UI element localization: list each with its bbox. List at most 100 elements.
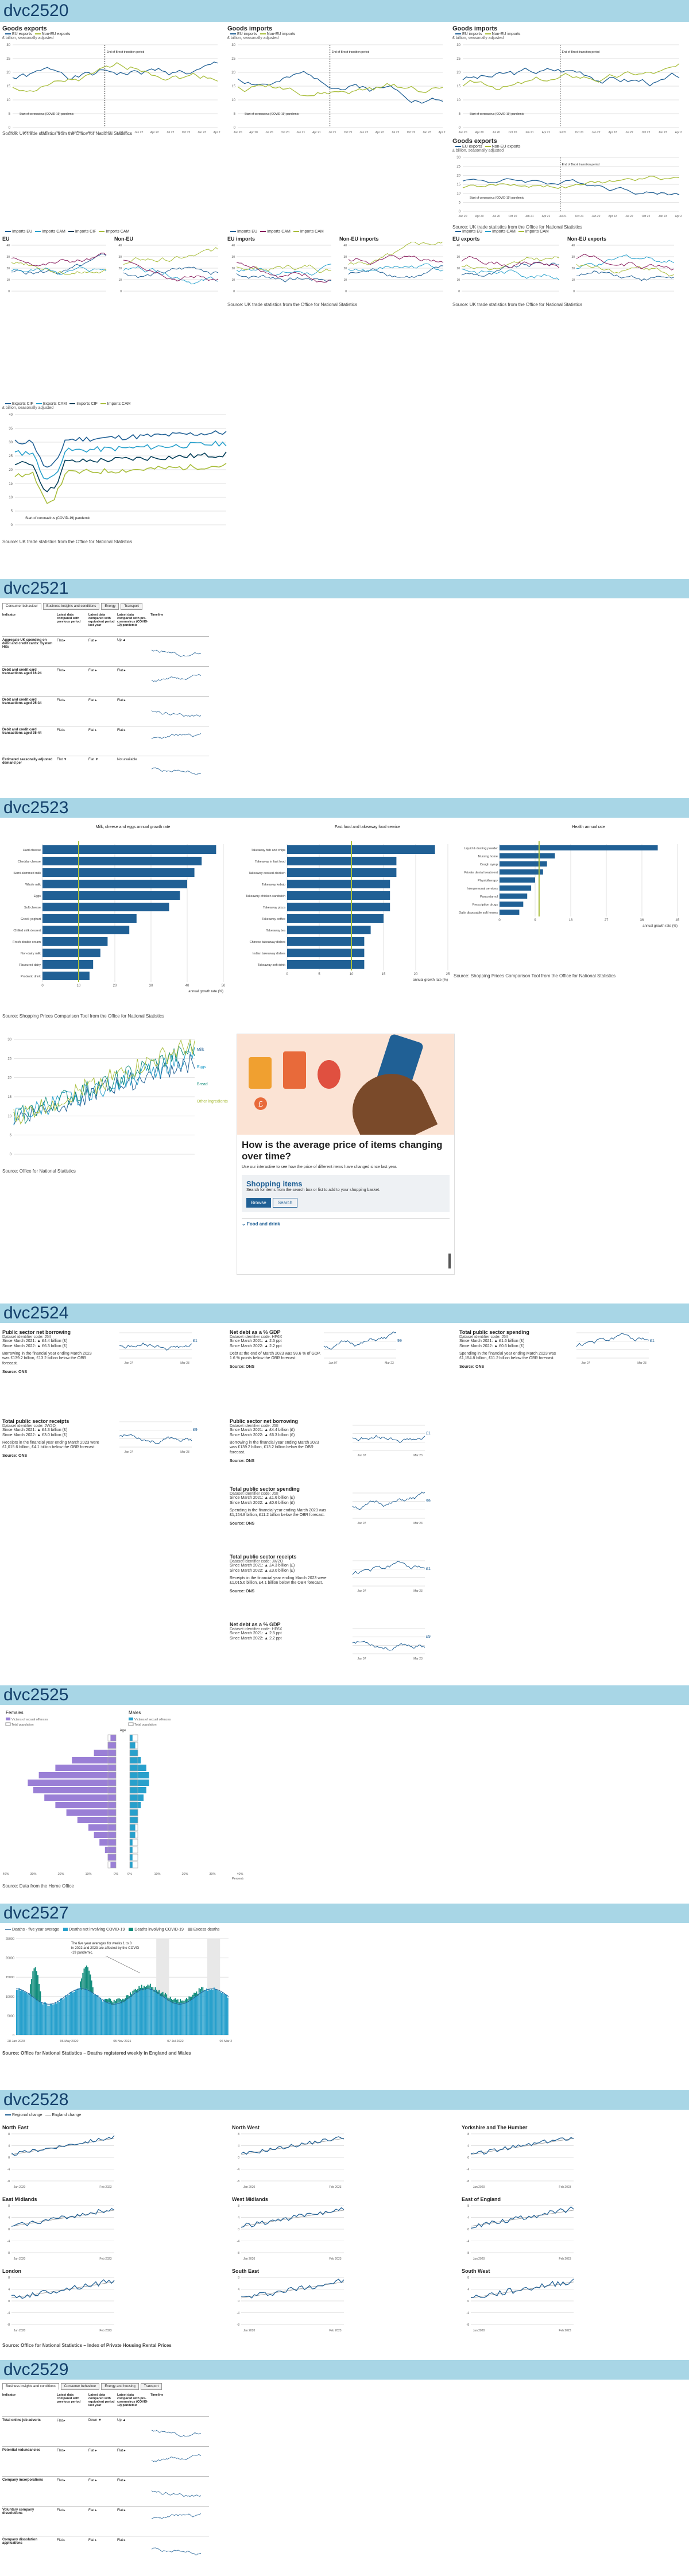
column-header: Latest data compared with equivalent per… (88, 613, 115, 627)
tab-energy[interactable]: Energy and housing (101, 2383, 139, 2390)
tick-label: 25 (9, 455, 13, 458)
bar (75, 1990, 76, 2036)
tick-label: 0 (238, 2300, 239, 2303)
bar (145, 1987, 146, 1990)
tick-label: Apr 20 (475, 215, 484, 218)
tick-label: Oct 21 (575, 215, 584, 218)
tab-transport[interactable]: Transport (121, 603, 142, 610)
legend-label: Imports CAM (525, 230, 549, 234)
tick-label: 30 (571, 256, 575, 259)
legend-label: Imports CIF (76, 402, 98, 406)
tab-energy[interactable]: Energy (101, 603, 119, 610)
pyramid-bar (130, 1750, 138, 1756)
tab-consumer[interactable]: Consumer behaviour (2, 603, 41, 610)
chart-source: Source: Office for National Statistics (2, 1169, 76, 1174)
finance-card: Total public sector receipts Dataset iden… (2, 1418, 220, 1459)
tick-label: 10 (571, 279, 575, 282)
card-body: Borrowing in the financial year ending M… (230, 1440, 319, 1455)
legend-swatch (455, 146, 461, 148)
tick-label: Jan 2020 (14, 2257, 26, 2261)
tick-label: 30 (6, 44, 10, 47)
tick-label: Jul 21 (559, 215, 567, 218)
region-panel: West Midlands 8 4 0 -4 -8 Jan 2020 Feb 2023 (232, 2196, 450, 2265)
category-label: Greek yoghurt (21, 918, 41, 921)
bar (287, 914, 384, 923)
panel-title: Non-EU (114, 236, 133, 242)
section-band: dvc2523 (0, 798, 689, 818)
legend-swatch (99, 231, 105, 233)
bar (113, 1999, 115, 2004)
pyramid-bar (99, 1839, 116, 1846)
bar (176, 1999, 177, 2004)
category-label: Takeaway coffee (262, 918, 285, 921)
category-label: Takeaway fish and chips (251, 849, 285, 852)
tick-label: Jan 23 (198, 131, 206, 134)
bar (204, 1990, 206, 2036)
tick-label: Jul 21 (328, 131, 336, 134)
chart-title: Fast food and takeaway food service (335, 825, 400, 829)
bar (118, 1998, 120, 2003)
annotation-line (105, 1955, 141, 1974)
tick-label: 10 (77, 984, 81, 988)
promo-text: Use our interactive to see how the price… (242, 1165, 397, 1170)
tick-label: Jan 2020 (14, 2329, 26, 2333)
pyramid-bar (130, 1780, 149, 1786)
tick-label: Jul 20 (265, 131, 273, 134)
promo-title: How is the average price of items changi… (242, 1139, 443, 1162)
series-line (352, 1561, 425, 1575)
bar (160, 1996, 161, 2036)
bar (287, 891, 390, 900)
bar (148, 1985, 150, 1989)
tick-label: Feb 2023 (329, 2329, 341, 2333)
line-chart: 302520151050Jan 20 Apr 20 Jul 20 Oct 20 Jan … (6, 44, 222, 134)
bar (158, 1990, 160, 1993)
tab-consumer[interactable]: Consumer behaviour (60, 2383, 100, 2390)
promo-illustration: £ (237, 1034, 454, 1135)
tick-label: Oct 22 (642, 131, 651, 134)
series-line (470, 2279, 574, 2299)
tick-label: Feb 2023 (329, 2186, 341, 2189)
tick-label: 25 (456, 165, 460, 169)
bar (134, 1989, 136, 1993)
bar (24, 1991, 25, 2036)
bar (32, 1996, 34, 2036)
tick-label: 50 (222, 984, 226, 988)
legend-label: Imports CIF (75, 230, 96, 234)
tab-business[interactable]: Business insights and conditions (2, 2383, 59, 2390)
tick-label: 10 (343, 279, 347, 282)
tick-label: 0 (8, 2228, 10, 2231)
tab-transport[interactable]: Transport (140, 2383, 162, 2390)
tick-label: -8 (467, 2180, 470, 2183)
bar (67, 1995, 69, 2036)
tick-label: Oct 20 (281, 131, 289, 134)
browse-button[interactable]: Browse (246, 1197, 271, 1208)
indicator-name: Company dissolution applications (2, 2538, 38, 2545)
tab-business[interactable]: Business insights and conditions (42, 603, 100, 610)
scrollbar[interactable] (448, 1254, 451, 1268)
tick-label: 10 (456, 99, 460, 102)
food-drink-row[interactable]: ⌄ Food and drink (242, 1217, 450, 1227)
tick-label: Jul 22 (167, 131, 175, 134)
bar (91, 1981, 92, 1993)
tick-label: Jan 2020 (473, 2186, 485, 2189)
tick-label: 0% (127, 1873, 132, 1876)
bar (141, 1985, 142, 1990)
bar (97, 1995, 99, 2036)
bar (81, 1978, 83, 1990)
tick-label: Jan 2020 (243, 2329, 256, 2333)
bar (93, 1994, 95, 2036)
line-chart: 40 30 20 10 0 (456, 244, 560, 293)
tick-label: 8 (467, 2276, 469, 2280)
search-button[interactable]: Search (272, 1197, 298, 1208)
series-line (151, 674, 202, 682)
tick-label: 20 (6, 71, 10, 75)
tick-label: 10 (350, 973, 354, 976)
bar (131, 1997, 133, 2036)
sparkline (151, 674, 202, 682)
imports-chart-2: Goods imports EU imports Non-EU imports £… (452, 25, 684, 141)
bar (26, 1993, 28, 2036)
bar (42, 949, 100, 957)
trend-value: Flat ▸ (88, 729, 97, 732)
tick-label: -4 (7, 2168, 10, 2172)
bar (99, 1997, 101, 2036)
